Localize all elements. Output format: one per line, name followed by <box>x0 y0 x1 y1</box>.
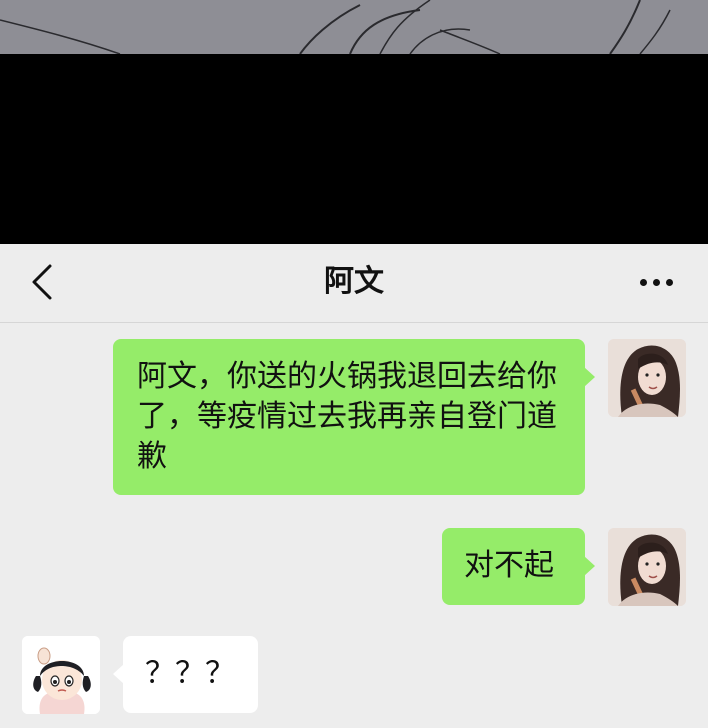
comic-panel-image <box>0 0 708 54</box>
message-bubble[interactable]: 对不起 <box>442 528 595 605</box>
woman-avatar-image <box>608 339 686 417</box>
chat-title: 阿文 <box>324 264 384 299</box>
message-text: 对不起 <box>464 548 554 583</box>
message-bubble[interactable]: ？？？ <box>113 636 258 713</box>
message-text: ？？？ <box>145 656 235 691</box>
message-bubble[interactable]: 阿文，你送的火锅我退回去给你了，等疫情过去我再亲自登门道歉 <box>113 339 595 495</box>
avatar-self[interactable] <box>608 339 686 417</box>
more-dot <box>652 278 660 286</box>
avatar-contact[interactable] <box>22 636 100 714</box>
more-button[interactable] <box>634 264 678 300</box>
more-dots-icon <box>639 278 647 286</box>
black-comic-panel <box>0 54 708 244</box>
screen: 阿文 阿文，你送的火锅我退回去给你了，等疫情过去我再亲自登门道歉 对不起 ？？？ <box>0 0 708 728</box>
avatar-self[interactable] <box>608 528 686 606</box>
cartoon-girl-avatar-image <box>22 636 100 714</box>
more-dot <box>665 278 673 286</box>
woman-avatar-image <box>608 528 686 606</box>
message-text: 阿文，你送的火锅我退回去给你了，等疫情过去我再亲自登门道歉 <box>137 359 557 474</box>
chat-header: 阿文 <box>0 244 708 323</box>
